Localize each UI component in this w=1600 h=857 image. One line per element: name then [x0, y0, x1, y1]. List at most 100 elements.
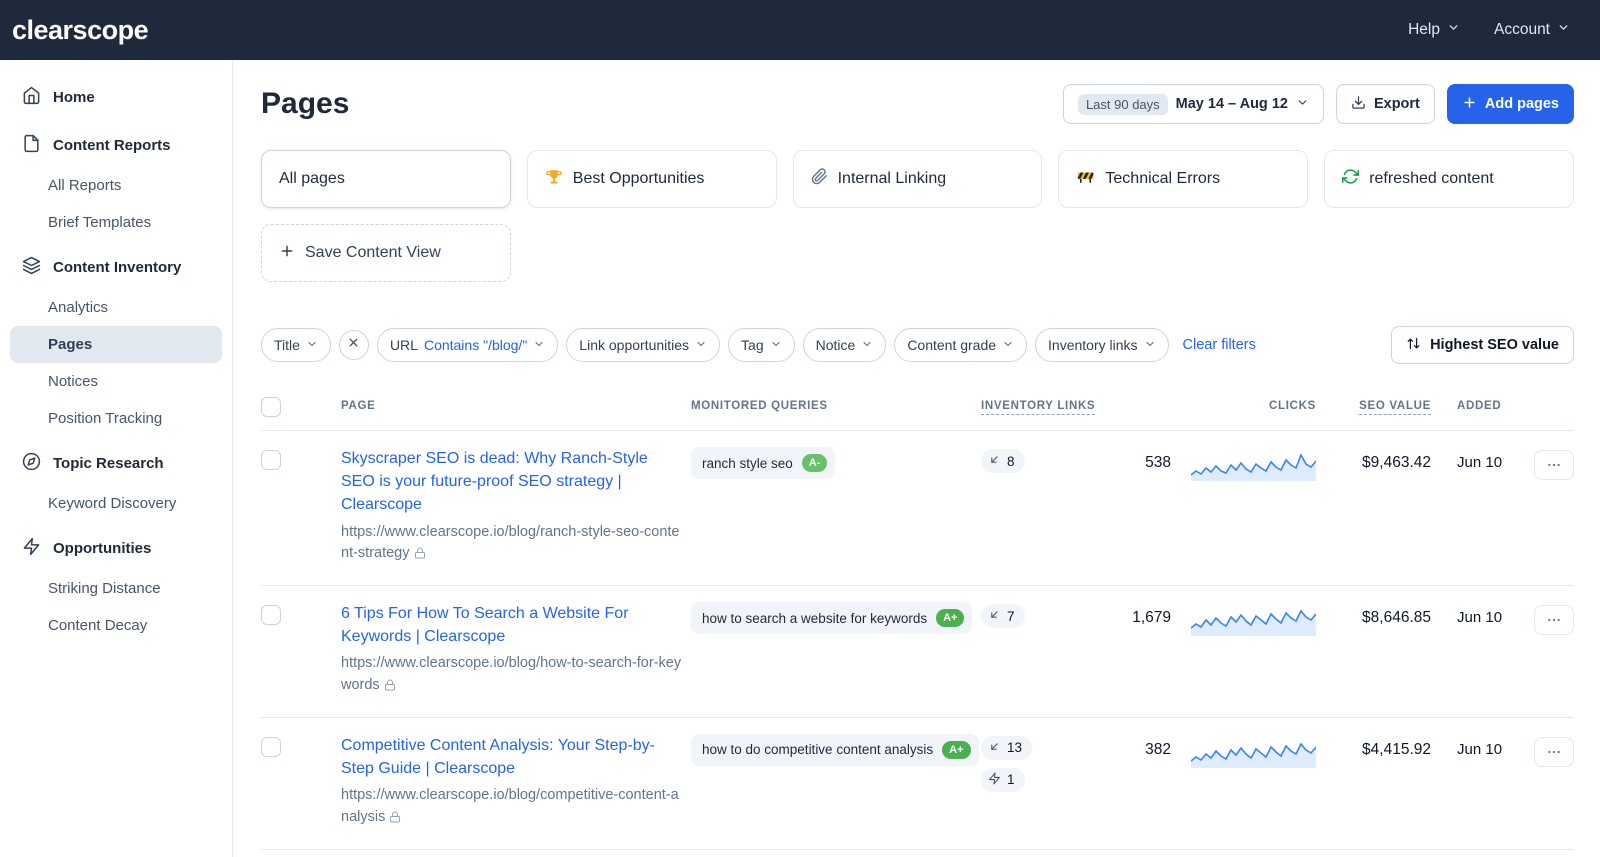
- page-link[interactable]: 6 Tips For How To Search a Website For K…: [341, 602, 679, 648]
- page-title: Pages: [261, 87, 349, 121]
- add-pages-label: Add pages: [1485, 96, 1559, 112]
- monitored-query-chip: how to do competitive content analysisA+: [691, 734, 979, 766]
- view-tab-technical-errors[interactable]: Technical Errors: [1058, 150, 1308, 208]
- zap-icon: [988, 772, 1001, 788]
- sidebar-item-opportunities[interactable]: Opportunities: [10, 527, 222, 570]
- recycle-icon: [1342, 168, 1359, 190]
- sidebar-item-label: Notices: [48, 373, 98, 390]
- filter-label: Inventory links: [1048, 337, 1137, 353]
- document-icon: [22, 134, 41, 157]
- filter-label: Notice: [816, 337, 856, 353]
- column-header-clicks: CLICKS: [1101, 400, 1316, 412]
- close-icon: [347, 336, 360, 354]
- sidebar-item-keyword-discovery[interactable]: Keyword Discovery: [10, 485, 222, 522]
- row-actions-button[interactable]: [1534, 450, 1574, 480]
- filter-inventory-links-dropdown[interactable]: Inventory links: [1035, 328, 1168, 362]
- sidebar-item-label: Content Reports: [53, 137, 171, 154]
- sidebar-item-home[interactable]: Home: [10, 76, 222, 119]
- sidebar-item-striking-distance[interactable]: Striking Distance: [10, 570, 222, 607]
- sidebar-item-label: Striking Distance: [48, 580, 161, 597]
- view-tab-label: All pages: [279, 170, 345, 188]
- arrow-down-left-icon: [988, 740, 1001, 756]
- filter-label: Tag: [741, 337, 764, 353]
- sidebar-item-content-inventory[interactable]: Content Inventory: [10, 246, 222, 289]
- table-header: PAGE MONITORED QUERIES INVENTORY LINKS C…: [261, 394, 1574, 431]
- clear-filters-link[interactable]: Clear filters: [1183, 337, 1256, 353]
- add-pages-button[interactable]: Add pages: [1447, 84, 1574, 124]
- date-range-label: May 14 – Aug 12: [1176, 96, 1288, 112]
- topbar: clearscope Help Account: [0, 0, 1600, 60]
- lock-icon: [389, 809, 401, 831]
- row-checkbox[interactable]: [261, 737, 281, 757]
- filter-tag-dropdown[interactable]: Tag: [728, 328, 795, 362]
- view-tab-all-pages[interactable]: All pages: [261, 150, 511, 208]
- table-row: 6 Tips For How To Search a Website For K…: [261, 586, 1574, 718]
- sidebar-item-position-tracking[interactable]: Position Tracking: [10, 400, 222, 437]
- account-label: Account: [1494, 21, 1550, 39]
- sidebar-item-content-decay[interactable]: Content Decay: [10, 607, 222, 644]
- sidebar-item-topic-research[interactable]: Topic Research: [10, 442, 222, 485]
- clicks-value: 382: [1101, 734, 1171, 759]
- filter-title-dropdown[interactable]: Title: [261, 328, 331, 362]
- view-tab-refreshed-content[interactable]: refreshed content: [1324, 150, 1574, 208]
- sort-button[interactable]: Highest SEO value: [1391, 326, 1574, 364]
- sidebar-item-label: Pages: [48, 336, 92, 353]
- filter-title-label: Title: [274, 337, 300, 353]
- content-grade-badge: A+: [936, 609, 964, 627]
- view-tab-internal-linking[interactable]: Internal Linking: [793, 150, 1043, 208]
- view-tab-label: refreshed content: [1369, 170, 1494, 188]
- filter-url-dropdown[interactable]: URL Contains "/blog/": [377, 328, 558, 362]
- app-window: clearscope Help Account Home Content Rep…: [0, 0, 1600, 857]
- row-actions-button[interactable]: [1534, 605, 1574, 635]
- sidebar-item-all-reports[interactable]: All Reports: [10, 167, 222, 204]
- sidebar-item-notices[interactable]: Notices: [10, 363, 222, 400]
- sidebar-item-label: Analytics: [48, 299, 108, 316]
- chevron-down-icon: [1557, 21, 1570, 39]
- sidebar-item-label: Opportunities: [53, 540, 151, 557]
- sidebar-item-label: Keyword Discovery: [48, 495, 176, 512]
- filter-notice-dropdown[interactable]: Notice: [803, 328, 887, 362]
- help-menu[interactable]: Help: [1408, 21, 1460, 39]
- sidebar-item-brief-templates[interactable]: Brief Templates: [10, 204, 222, 241]
- row-checkbox[interactable]: [261, 450, 281, 470]
- save-content-view-button[interactable]: Save Content View: [261, 224, 511, 282]
- sidebar-item-label: Home: [53, 89, 95, 106]
- sort-arrows-icon: [1406, 336, 1421, 355]
- plus-icon: [1462, 95, 1477, 114]
- account-menu[interactable]: Account: [1494, 21, 1570, 39]
- link-opportunities-pill: 1: [981, 768, 1025, 792]
- select-all-checkbox[interactable]: [261, 397, 281, 417]
- export-label: Export: [1374, 96, 1420, 112]
- monitored-query-chip: how to search a website for keywordsA+: [691, 602, 972, 634]
- chevron-down-icon: [770, 337, 782, 353]
- added-date: Jun 10: [1431, 447, 1525, 471]
- inbound-links-pill: 7: [981, 604, 1025, 628]
- chevron-down-icon: [861, 337, 873, 353]
- row-actions-button[interactable]: [1534, 737, 1574, 767]
- help-label: Help: [1408, 21, 1440, 39]
- sidebar-item-label: Content Decay: [48, 617, 147, 634]
- export-button[interactable]: Export: [1336, 84, 1435, 124]
- sort-label: Highest SEO value: [1430, 337, 1559, 353]
- clicks-sparkline: [1171, 602, 1316, 641]
- added-date: Jun 10: [1431, 602, 1525, 626]
- sidebar-item-content-reports[interactable]: Content Reports: [10, 124, 222, 167]
- sidebar-item-analytics[interactable]: Analytics: [10, 289, 222, 326]
- chevron-down-icon: [1296, 96, 1309, 113]
- chevron-down-icon: [1144, 337, 1156, 353]
- clearscope-logo[interactable]: clearscope: [12, 15, 148, 46]
- page-link[interactable]: Skyscraper SEO is dead: Why Ranch-Style …: [341, 447, 679, 517]
- filter-link-opportunities-dropdown[interactable]: Link opportunities: [566, 328, 720, 362]
- view-tab-label: Technical Errors: [1105, 170, 1220, 188]
- sidebar-item-label: All Reports: [48, 177, 121, 194]
- remove-filter-button[interactable]: [339, 330, 369, 360]
- row-checkbox[interactable]: [261, 605, 281, 625]
- page-link[interactable]: Competitive Content Analysis: Your Step-…: [341, 734, 679, 780]
- sidebar-item-pages[interactable]: Pages: [10, 326, 222, 363]
- filter-content-grade-dropdown[interactable]: Content grade: [894, 328, 1027, 362]
- date-range-button[interactable]: Last 90 days May 14 – Aug 12: [1063, 84, 1324, 124]
- main-content: Pages Last 90 days May 14 – Aug 12 Expor…: [233, 60, 1600, 857]
- lock-icon: [384, 677, 396, 699]
- filter-bar: Title URL Contains "/blog/" Link opportu…: [261, 326, 1574, 364]
- view-tab-best-opportunities[interactable]: Best Opportunities: [527, 150, 777, 208]
